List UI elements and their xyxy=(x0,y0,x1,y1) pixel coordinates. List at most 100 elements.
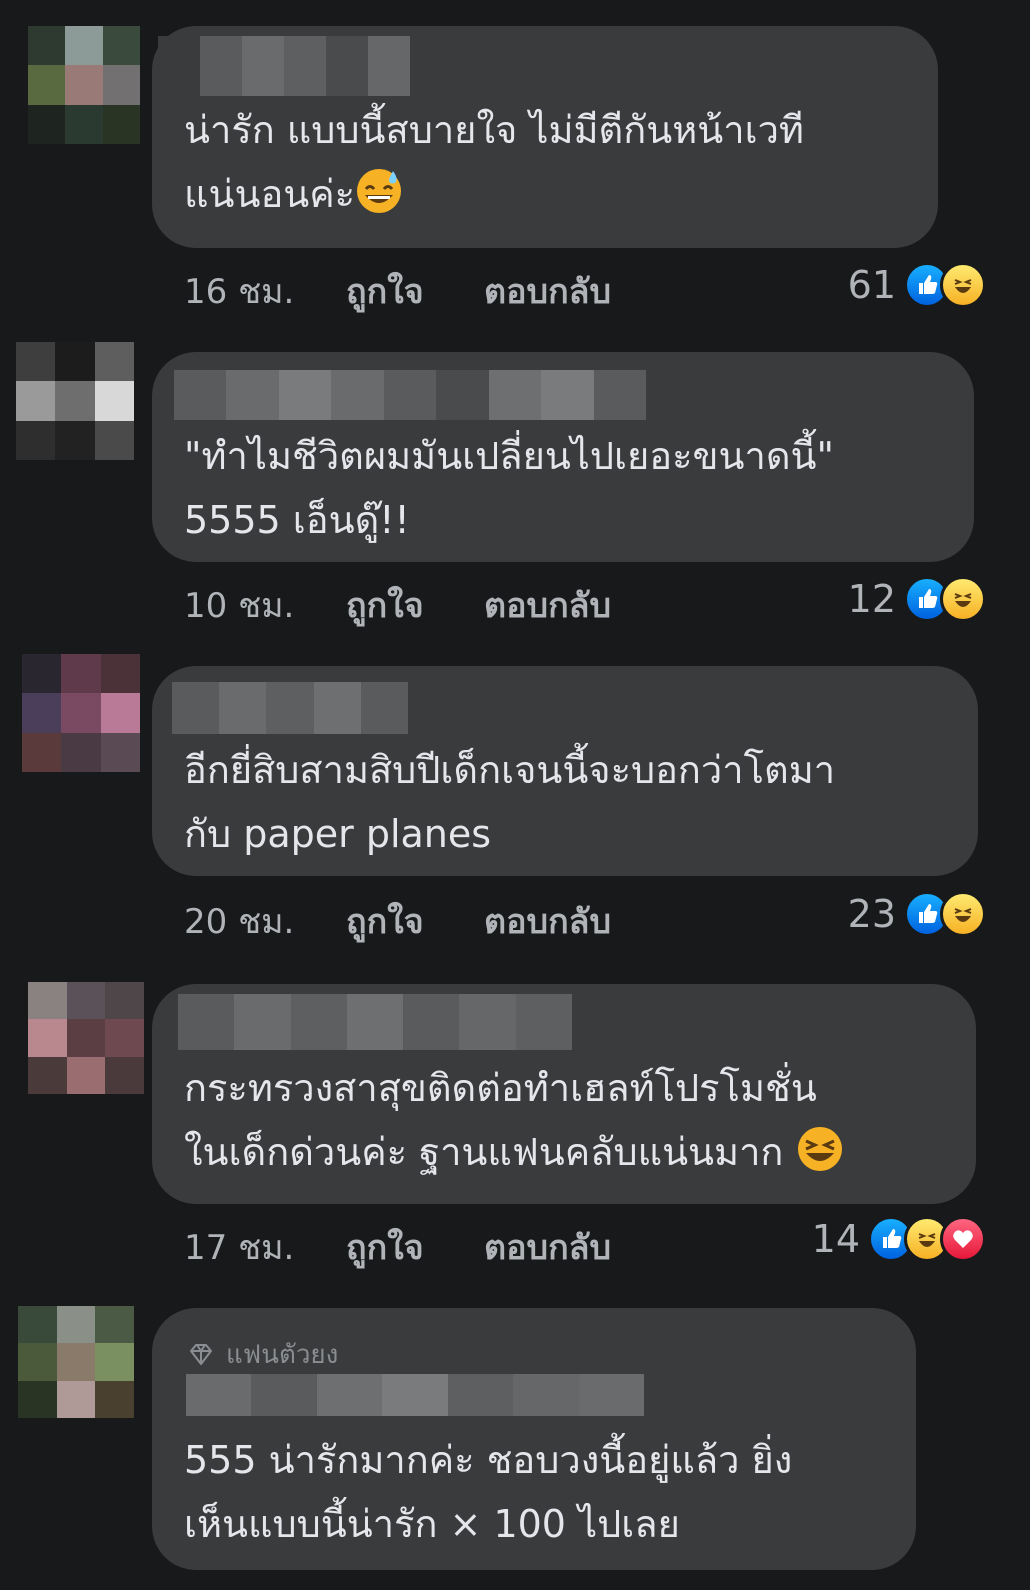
avatar-pixel xyxy=(100,654,140,694)
avatar-pixel xyxy=(66,1056,106,1094)
avatar-pixel xyxy=(28,65,66,105)
avatar-pixel xyxy=(102,104,140,144)
avatar[interactable] xyxy=(22,654,140,772)
name-blur-block xyxy=(219,682,267,734)
like-button[interactable]: ถูกใจ xyxy=(346,264,484,318)
reaction-summary[interactable]: 14 xyxy=(812,1216,986,1262)
name-blur-block xyxy=(251,1374,317,1416)
blurred-author-name[interactable] xyxy=(158,36,410,96)
like-button[interactable]: ถูกใจ xyxy=(346,578,484,632)
name-blur-block xyxy=(158,36,200,96)
avatar-pixel xyxy=(16,342,56,382)
reaction-summary[interactable]: 12 xyxy=(848,576,986,622)
comment-actions: 20 ชม. ถูกใจ ตอบกลับ xyxy=(184,894,611,948)
reaction-count: 61 xyxy=(847,263,896,307)
name-blur-block xyxy=(515,994,572,1050)
comment-bubble: "ทำไมชีวิตผมมันเปลี่ยนไปเยอะขนาดนี้" 555… xyxy=(152,352,974,562)
comment-text: 555 น่ารักมากค่ะ ชอบวงนี้อยู่แล้ว ยิ่ง เ… xyxy=(184,1438,793,1546)
avatar-pixel xyxy=(105,982,144,1020)
name-blur-block xyxy=(200,36,242,96)
avatar-pixel xyxy=(18,1380,57,1418)
avatar-pixel xyxy=(95,1380,134,1418)
name-blur-block xyxy=(278,370,332,420)
comment-actions: 10 ชม. ถูกใจ ตอบกลับ xyxy=(184,578,611,632)
reaction-count: 14 xyxy=(811,1217,860,1261)
comment-bubble: อีกยี่สิบสามสิบปีเด็กเจนนี้จะบอกว่าโตมา … xyxy=(152,666,978,876)
avatar-pixel xyxy=(61,693,101,733)
reply-button[interactable]: ตอบกลับ xyxy=(484,894,611,948)
avatar-pixel xyxy=(55,381,95,421)
name-blur-block xyxy=(186,1374,252,1416)
badge-label: แฟนตัวยง xyxy=(226,1340,339,1370)
reaction-summary[interactable]: 23 xyxy=(848,891,986,937)
top-fan-badge: แฟนตัวยง xyxy=(186,1334,338,1375)
avatar[interactable] xyxy=(16,342,134,460)
avatar-pixel xyxy=(28,1056,67,1094)
avatar-pixel xyxy=(102,26,140,66)
avatar-pixel xyxy=(94,420,134,460)
reply-button[interactable]: ตอบกลับ xyxy=(484,264,611,318)
comment-text: กระทรวงสาสุขติดต่อทำเฮลท์โปรโมชั่น ในเด็… xyxy=(184,1056,974,1184)
avatar[interactable] xyxy=(18,1306,134,1418)
avatar[interactable] xyxy=(28,982,144,1094)
blurred-author-name[interactable] xyxy=(174,370,646,420)
blurred-author-name[interactable] xyxy=(178,994,572,1050)
name-blur-block xyxy=(368,36,410,96)
reaction-summary[interactable]: 61 xyxy=(848,262,986,308)
avatar-pixel xyxy=(56,1306,96,1344)
avatar-pixel xyxy=(28,982,67,1020)
comment-bubble: กระทรวงสาสุขติดต่อทำเฮลท์โปรโมชั่น ในเด็… xyxy=(152,984,976,1204)
name-blur-block xyxy=(541,370,594,420)
avatar-pixel xyxy=(65,65,103,105)
avatar-pixel xyxy=(65,26,103,66)
name-blur-block xyxy=(316,1374,383,1416)
reply-button[interactable]: ตอบกลับ xyxy=(484,578,611,632)
avatar-pixel xyxy=(55,342,95,382)
blurred-author-name[interactable] xyxy=(172,682,408,734)
avatar-pixel xyxy=(56,1343,96,1381)
comment-time[interactable]: 17 ชม. xyxy=(184,1220,346,1274)
avatar-pixel xyxy=(28,104,66,144)
comment-time[interactable]: 10 ชม. xyxy=(184,578,346,632)
avatar-pixel xyxy=(100,693,140,733)
name-blur-block xyxy=(383,370,437,420)
name-blur-block xyxy=(178,994,235,1050)
comment-actions: 16 ชม. ถูกใจ ตอบกลับ xyxy=(184,264,611,318)
comment-bubble: น่ารัก แบบนี้สบายใจ ไม่มีตีกันหน้าเวที แ… xyxy=(152,26,938,248)
avatar-pixel xyxy=(55,420,95,460)
avatar-pixel xyxy=(94,381,134,421)
avatar-pixel xyxy=(66,982,106,1020)
avatar-pixel xyxy=(66,1019,106,1057)
avatar-pixel xyxy=(22,732,62,772)
avatar[interactable] xyxy=(28,26,140,144)
like-button[interactable]: ถูกใจ xyxy=(346,894,484,948)
name-blur-block xyxy=(488,370,542,420)
avatar-pixel xyxy=(65,104,103,144)
avatar-pixel xyxy=(28,26,66,66)
name-blur-block xyxy=(447,1374,514,1416)
name-blur-block xyxy=(436,370,489,420)
comment-bubble: แฟนตัวยง 555 น่ารักมากค่ะ ชอบวงนี้อยู่แล… xyxy=(152,1308,916,1570)
name-blur-block xyxy=(242,36,284,96)
name-blur-block xyxy=(266,682,314,734)
comment-time[interactable]: 16 ชม. xyxy=(184,264,346,318)
name-blur-block xyxy=(593,370,646,420)
name-blur-block xyxy=(226,370,279,420)
avatar-pixel xyxy=(61,732,101,772)
avatar-pixel xyxy=(100,732,140,772)
avatar-pixel xyxy=(18,1306,57,1344)
reaction-count: 12 xyxy=(847,577,896,621)
reply-button[interactable]: ตอบกลับ xyxy=(484,1220,611,1274)
name-blur-block xyxy=(313,682,361,734)
like-button[interactable]: ถูกใจ xyxy=(346,1220,484,1274)
name-blur-block xyxy=(346,994,404,1050)
avatar-pixel xyxy=(28,1019,67,1057)
comment-time[interactable]: 20 ชม. xyxy=(184,894,346,948)
love-icon xyxy=(940,1216,986,1262)
avatar-pixel xyxy=(16,420,56,460)
blurred-author-name[interactable] xyxy=(186,1374,644,1416)
avatar-pixel xyxy=(16,381,56,421)
avatar-pixel xyxy=(18,1343,57,1381)
name-blur-block xyxy=(331,370,384,420)
name-blur-block xyxy=(290,994,347,1050)
